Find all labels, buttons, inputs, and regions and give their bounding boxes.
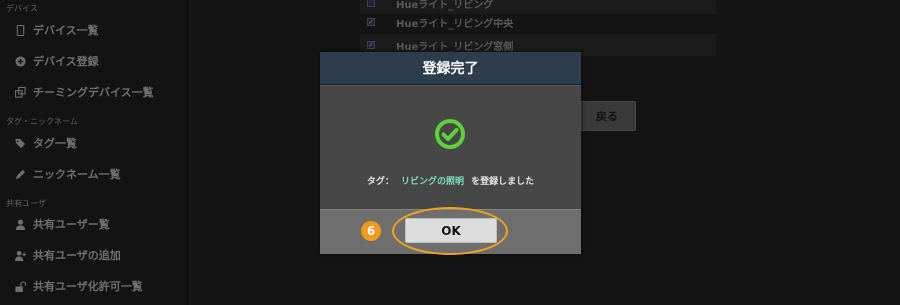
dialog-title: 登録完了 — [320, 52, 581, 85]
sidebar-item-label: 共有ユーザの追加 — [33, 249, 121, 262]
dialog-body: タグ： リビングの照明 を登録しました — [320, 85, 581, 209]
step-number-badge: 6 — [361, 221, 381, 241]
sidebar-item-label: チーミングデバイス一覧 — [33, 86, 154, 99]
back-button[interactable]: 戻る — [578, 101, 636, 131]
section-label-devices: デバイス — [6, 4, 38, 13]
sidebar-item-label: ニックネーム一覧 — [33, 168, 121, 181]
device-checkbox[interactable] — [367, 18, 375, 26]
highlight-ring — [392, 207, 508, 255]
device-checkbox[interactable] — [367, 41, 375, 49]
device-checkbox[interactable] — [367, 0, 375, 7]
phone-icon — [14, 24, 26, 36]
sidebar-item-shared-users[interactable]: 共有ユーザー覧 — [14, 216, 110, 232]
sidebar-item-label: 共有ユーザ化許可一覧 — [33, 280, 143, 293]
device-name: Hueライト_リビング — [396, 0, 494, 11]
sidebar-item-label: デバイス登録 — [33, 55, 99, 68]
sidebar-item-teaming-list[interactable]: チーミングデバイス一覧 — [14, 84, 154, 100]
check-circle-icon — [435, 119, 465, 149]
section-label-tags: タグ・ニックネーム — [6, 117, 78, 126]
plus-circle-icon — [14, 55, 26, 67]
sidebar-item-shared-permission-list[interactable]: 共有ユーザ化許可一覧 — [14, 278, 143, 294]
screen: デバイス デバイス一覧 デバイス登録 チーミングデバイス一覧 タグ・ニックネーム — [0, 0, 900, 305]
message-tag-name: リビングの照明 — [400, 177, 464, 187]
user-plus-icon — [14, 249, 26, 261]
sidebar-item-nickname-list[interactable]: ニックネーム一覧 — [14, 166, 121, 182]
section-label-shared: 共有ユーザ — [6, 199, 46, 208]
sidebar-item-device-register[interactable]: デバイス登録 — [14, 53, 99, 69]
sidebar-item-label: デバイス一覧 — [33, 24, 99, 37]
user-icon — [14, 218, 26, 230]
unlock-icon — [14, 280, 26, 292]
sidebar-item-add-shared-user[interactable]: 共有ユーザの追加 — [14, 247, 121, 263]
message-suffix: を登録しました — [471, 177, 535, 187]
clone-icon — [14, 86, 26, 98]
device-name: Hueライト_リビング中央 — [396, 18, 514, 30]
sidebar-item-tag-list[interactable]: タグ一覧 — [14, 135, 77, 151]
sidebar-item-device-list[interactable]: デバイス一覧 — [14, 22, 99, 38]
pencil-icon — [14, 168, 26, 180]
sidebar-item-label: タグ一覧 — [33, 137, 77, 150]
device-row[interactable]: Hueライト_リビング中央 — [360, 11, 716, 33]
dialog-message: タグ： リビングの照明 を登録しました — [320, 174, 581, 187]
device-name: Hueライト_リビング窓側 — [396, 41, 514, 53]
sidebar-item-label: 共有ユーザー覧 — [33, 218, 110, 231]
sidebar: デバイス デバイス一覧 デバイス登録 チーミングデバイス一覧 タグ・ニックネーム — [0, 0, 188, 305]
message-prefix: タグ： — [366, 177, 394, 187]
tags-icon — [14, 137, 26, 149]
